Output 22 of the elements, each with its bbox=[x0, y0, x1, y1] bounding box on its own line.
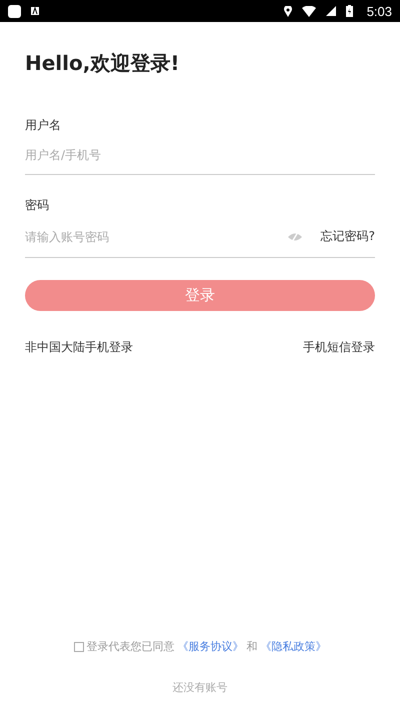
battery-icon bbox=[346, 5, 353, 17]
agreement-checkbox[interactable] bbox=[74, 642, 84, 652]
privacy-policy-link[interactable]: 《隐私政策》 bbox=[260, 639, 326, 654]
password-field[interactable]: 请输入账号密码 bbox=[25, 230, 277, 244]
login-option-link[interactable]: 手机短信登录 bbox=[303, 339, 375, 356]
login-option-link[interactable]: 非中国大陆手机登录 bbox=[25, 339, 133, 356]
notification-icon bbox=[31, 7, 39, 15]
forgot-password-link[interactable]: 忘记密码? bbox=[320, 228, 375, 245]
status-time: 5:03 bbox=[366, 4, 392, 18]
field-label: 密码 bbox=[25, 197, 50, 214]
service-agreement-link[interactable]: 《服务协议》 bbox=[178, 639, 244, 654]
wifi-icon bbox=[302, 6, 316, 16]
register-prompt: 还没有账号 bbox=[172, 680, 228, 695]
agreement-joiner: 和 bbox=[246, 639, 258, 654]
field-label: 用户名 bbox=[25, 117, 62, 134]
agreement-text: 登录代表您已同意 bbox=[86, 639, 174, 654]
page-title: Hello,欢迎登录! bbox=[25, 50, 180, 77]
signal-icon bbox=[326, 6, 336, 16]
app-icon bbox=[8, 4, 21, 18]
username-field[interactable]: 用户名/手机号 bbox=[25, 148, 375, 162]
eye-hidden-icon[interactable] bbox=[286, 232, 303, 242]
location-icon bbox=[284, 6, 292, 16]
